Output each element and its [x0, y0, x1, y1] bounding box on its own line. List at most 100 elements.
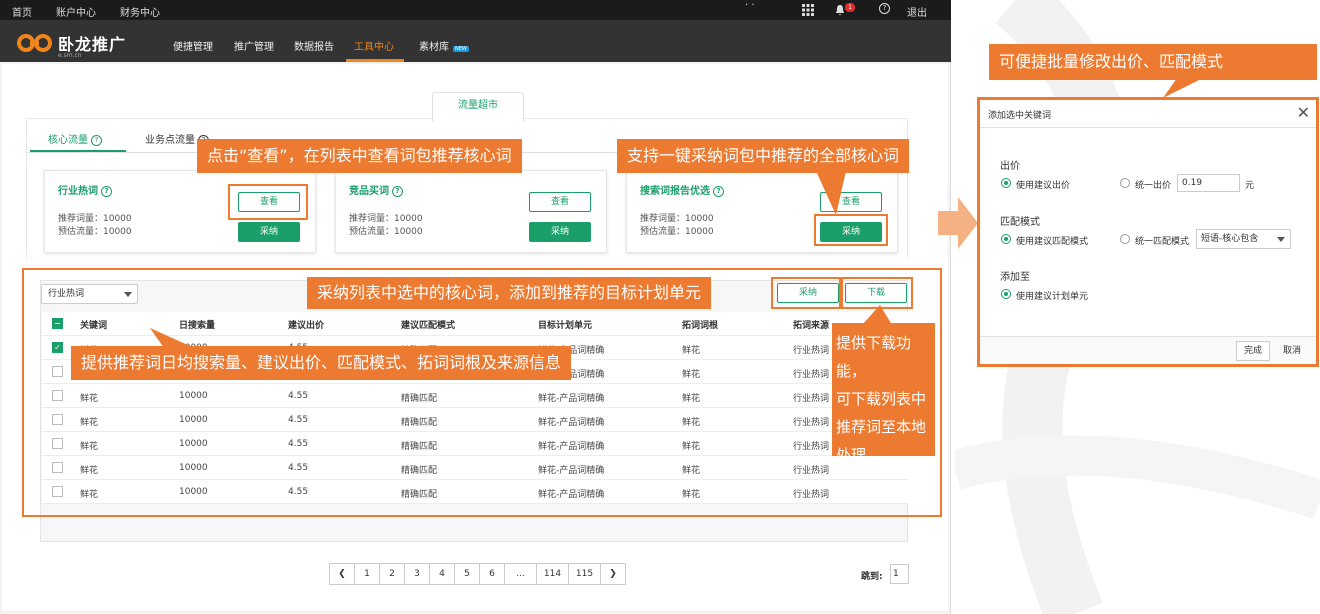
bid-value: 0.19 [1182, 178, 1203, 188]
bid-value-input[interactable]: 0.19 [1177, 174, 1240, 192]
bid-unit: 元 [1245, 181, 1255, 191]
apps-grid-icon[interactable] [802, 4, 814, 16]
radio-suggested-match[interactable] [1001, 234, 1011, 244]
add-to-label: 添加至 [1000, 272, 1030, 283]
nav-item-data-report[interactable]: 数据报告 [294, 38, 334, 53]
card-traffic-estimate: 预估流量：10000 [640, 227, 714, 237]
question-icon: ? [101, 185, 112, 197]
next-page-icon[interactable]: ❯ [600, 563, 626, 585]
arrow-right-icon [938, 197, 978, 249]
highlight-view-button [228, 184, 308, 220]
adopt-button[interactable]: 采纳 [529, 222, 591, 242]
page-number-button[interactable]: 1 [354, 563, 380, 585]
callout-dialog-tip: 可便捷批量修改出价、匹配模式 [989, 44, 1317, 80]
dialog-footer: 完成 取消 [980, 336, 1316, 364]
close-icon[interactable]: ✕ [1297, 103, 1310, 122]
page-numbers: 1 2 3 4 5 6... 114 115 [354, 563, 601, 585]
download-tip-line: 推荐词至本地 [836, 418, 927, 436]
cancel-button[interactable]: 取消 [1275, 341, 1309, 361]
nav-item-materials[interactable]: 素材库 [419, 38, 449, 53]
prev-page-icon[interactable]: ❮ [329, 563, 355, 585]
card-traffic-estimate: 预估流量：10000 [349, 227, 423, 237]
card-competitor-keywords: 竞品买词? 推荐词量：10000 预估流量：10000 查看 采纳 [335, 170, 607, 253]
subtab-business-label: 业务点流量 [145, 135, 195, 146]
card-traffic-estimate: 预估流量：10000 [58, 227, 132, 237]
page-number-button[interactable]: 2 [379, 563, 405, 585]
callout-pointer [1163, 78, 1203, 98]
nav-item-promo-manage[interactable]: 推广管理 [234, 38, 274, 53]
notification-count-badge: 1 [845, 3, 855, 12]
subtab-core-label: 核心流量 [48, 135, 88, 146]
card-title-text: 竞品买词 [349, 186, 389, 197]
subtab-active-indicator [30, 150, 126, 152]
dialog-title: 添加选中关键词 [988, 111, 1052, 121]
page-number-button[interactable]: 6 [479, 563, 505, 585]
radio-unified-match[interactable] [1120, 234, 1130, 244]
page-number-button[interactable]: 4 [429, 563, 455, 585]
suggested-match-label: 使用建议匹配模式 [1016, 237, 1089, 247]
nav-item-quick-manage[interactable]: 便捷管理 [173, 38, 213, 53]
top-link-account[interactable]: 账户中心 [56, 4, 96, 19]
card-title-text: 搜索词报告优选 [640, 186, 710, 197]
question-icon: ? [713, 185, 724, 197]
nav-active-indicator [346, 59, 404, 62]
download-tip-line: 处理。 [836, 446, 882, 464]
card-title: 行业热词? [58, 182, 112, 197]
match-mode-select[interactable]: 短语-核心包含 [1196, 229, 1291, 249]
radio-suggested-unit[interactable] [1001, 289, 1011, 299]
unified-bid-label: 统一出价 [1135, 181, 1172, 191]
page-number-button[interactable]: 3 [404, 563, 430, 585]
callout-adopt-all-tip: 支持一键采纳词包中推荐的全部核心词 [617, 139, 910, 173]
top-link-home[interactable]: 首页 [12, 4, 32, 19]
match-label: 匹配模式 [1000, 217, 1040, 228]
callout-info-tip: 提供推荐词日均搜索量、建议出价、匹配模式、拓词词根及来源信息 [71, 346, 572, 380]
callout-pointer [862, 305, 892, 325]
help-icon[interactable]: ? [879, 3, 890, 14]
radio-unified-bid[interactable] [1120, 178, 1130, 188]
dialog-header: 添加选中关键词 ✕ [980, 100, 1316, 128]
page-number-button[interactable]: ... [504, 563, 537, 585]
page-number-button[interactable]: 5 [454, 563, 480, 585]
top-link-finance[interactable]: 财务中心 [120, 4, 160, 19]
card-title: 搜索词报告优选? [640, 182, 724, 197]
brand-logo-icon [17, 34, 52, 52]
done-button[interactable]: 完成 [1236, 341, 1270, 361]
callout-adopt-list-tip: 采纳列表中选中的核心词，添加到推荐的目标计划单元 [307, 277, 712, 309]
match-mode-value: 短语-核心包含 [1201, 234, 1259, 244]
jump-page-input[interactable]: 1 [890, 564, 909, 584]
tab-traffic-market[interactable]: 流量超市 [432, 92, 524, 122]
top-utility-bar: 首页 账户中心 财务中心 · · 1 ? 退出 [0, 0, 951, 20]
page-number-button[interactable]: 115 [568, 563, 601, 585]
page-number-button[interactable]: 114 [536, 563, 569, 585]
callout-pointer [150, 328, 190, 348]
logout-link[interactable]: 退出 [907, 4, 927, 19]
main-nav-bar: 卧龙推广 e.sm.cn 便捷管理 推广管理 数据报告 工具中心 素材库 NEW [0, 20, 951, 62]
card-keyword-count: 推荐词量：10000 [640, 214, 714, 224]
card-title-text: 行业热词 [58, 186, 98, 197]
view-button[interactable]: 查看 [529, 192, 591, 212]
question-icon: ? [392, 185, 403, 197]
card-title: 竞品买词? [349, 182, 403, 197]
pagination: ❮ 1 2 3 4 5 6... 114 115 ❯ [329, 563, 626, 585]
subtab-core-traffic[interactable]: 核心流量? [48, 131, 102, 146]
screenshot-stage: 首页 账户中心 财务中心 · · 1 ? 退出 卧龙推广 e.sm.cn 便捷管… [0, 0, 1320, 614]
brand-sub: e.sm.cn [58, 52, 82, 59]
card-keyword-count: 推荐词量：10000 [349, 214, 423, 224]
radio-suggested-bid[interactable] [1001, 178, 1011, 188]
adopt-button[interactable]: 采纳 [238, 222, 300, 242]
highlight-table-adopt [771, 277, 841, 309]
callout-download-tip: 提供下载功能， 可下载列表中 推荐词至本地 处理。 [832, 323, 935, 464]
download-tip-line: 可下载列表中 [836, 390, 927, 408]
callout-pointer [816, 171, 846, 215]
suggested-bid-label: 使用建议出价 [1016, 181, 1071, 191]
suggested-unit-label: 使用建议计划单元 [1016, 292, 1089, 302]
download-tip-line: 提供下载功能， [836, 334, 912, 380]
dots-icon: · · [745, 0, 755, 11]
new-badge: NEW [453, 46, 469, 52]
add-keywords-dialog: 添加选中关键词 ✕ 出价 使用建议出价 统一出价 0.19 元 匹配模式 使用建… [977, 97, 1319, 367]
question-icon: ? [91, 134, 102, 146]
unified-match-label: 统一匹配模式 [1135, 237, 1190, 247]
bid-label: 出价 [1000, 161, 1020, 172]
nav-item-tool-center[interactable]: 工具中心 [354, 38, 394, 53]
card-keyword-count: 推荐词量：10000 [58, 214, 132, 224]
